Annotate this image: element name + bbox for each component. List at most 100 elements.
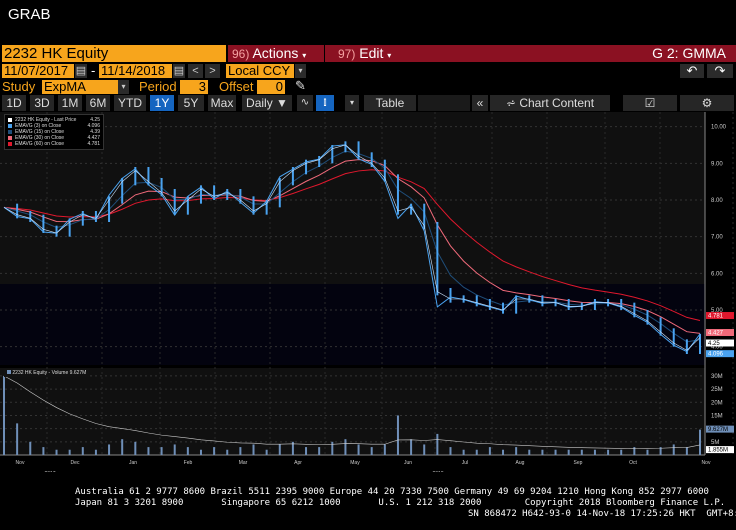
line-chart-icon[interactable]: ∿ — [297, 95, 313, 111]
year-label: 2017 — [44, 471, 55, 472]
prev-period-button[interactable]: < — [188, 64, 203, 78]
volume-tick-label: 15M — [711, 413, 723, 419]
volume-bar — [436, 433, 439, 455]
volume-bar — [318, 447, 321, 455]
volume-bar — [685, 447, 688, 455]
security-input[interactable]: 2232 HK Equity — [2, 45, 226, 62]
footer-line-1: Australia 61 2 9777 8600 Brazil 5511 239… — [75, 487, 709, 497]
edit-number: 97) — [338, 47, 356, 61]
price-tick-label: 6.00 — [711, 271, 723, 277]
study-select[interactable]: ExpMA — [42, 80, 118, 94]
chevron-down-icon[interactable]: ▾ — [345, 95, 359, 111]
volume-tick-label: 30M — [711, 374, 723, 380]
volume-bar — [278, 444, 281, 455]
volume-bar — [620, 449, 623, 455]
menu-bar: 96) Actions ▾ 97) Edit ▾ G 2: GMMA — [228, 45, 736, 62]
volume-bar — [252, 444, 255, 455]
calendar-icon[interactable]: ▤ — [173, 64, 185, 78]
start-date-input[interactable]: 11/07/2017 — [2, 64, 74, 78]
year-label: 2018 — [432, 471, 443, 472]
volume-bar — [423, 444, 426, 455]
offset-label: Offset — [219, 79, 254, 94]
study-label: Study — [2, 79, 36, 94]
volume-bar — [344, 439, 347, 455]
range-max[interactable]: Max — [208, 95, 236, 111]
chevron-down-icon[interactable]: ▾ — [295, 64, 306, 78]
legend-swatch — [8, 136, 12, 140]
next-period-button[interactable]: > — [205, 64, 220, 78]
period-input[interactable]: 3 — [180, 80, 208, 94]
actions-label: Actions — [252, 45, 299, 61]
volume-bar — [81, 447, 84, 455]
month-label: Nov — [16, 460, 25, 466]
month-label: Nov — [702, 460, 711, 466]
volume-tick-label: 25M — [711, 387, 723, 393]
chart-icon: ⩫ — [505, 96, 520, 110]
range-5y[interactable]: 5Y — [178, 95, 204, 111]
calendar-icon[interactable]: ▤ — [75, 64, 87, 78]
volume-tag-label: 9.627M — [708, 427, 728, 433]
volume-bar — [502, 449, 505, 455]
candlestick-icon[interactable]: ⫾ — [316, 95, 334, 111]
legend-item: EMAVG (60) on Close 4.781 — [8, 141, 100, 147]
range-ytd[interactable]: YTD — [114, 95, 146, 111]
price-tick-label: 9.00 — [711, 161, 723, 167]
volume-legend: 2232 HK Equity - Volume 9.627M — [4, 369, 90, 377]
price-tick-label: 8.00 — [711, 198, 723, 204]
volume-bar — [108, 444, 111, 455]
volume-bar — [370, 447, 373, 455]
legend-swatch — [8, 118, 12, 122]
legend-swatch — [8, 142, 12, 146]
range-1d[interactable]: 1D — [2, 95, 26, 111]
gear-icon[interactable]: ⚙ — [680, 95, 734, 111]
price-legend: 2232 HK Equity - Last Price 4.25 EMAVG (3)… — [4, 114, 104, 150]
volume-bar — [357, 444, 360, 455]
volume-bar — [213, 447, 216, 455]
volume-bar — [607, 449, 610, 455]
volume-bar — [160, 447, 163, 455]
price-panel-lower-bg — [0, 284, 705, 365]
actions-menu[interactable]: 96) Actions ▾ — [232, 45, 306, 64]
volume-bar — [515, 447, 518, 455]
volume-tick-label: 5M — [711, 440, 719, 446]
pencil-icon[interactable]: ✎ — [295, 78, 306, 94]
volume-bar — [646, 449, 649, 455]
offset-input[interactable]: 0 — [257, 80, 285, 94]
frequency-select[interactable]: Daily ▼ — [242, 95, 292, 111]
volume-legend-value: 9.627M — [69, 370, 87, 376]
month-label: Apr — [294, 460, 302, 466]
month-label: Feb — [184, 460, 193, 466]
chevron-down-icon[interactable]: ▾ — [118, 80, 129, 94]
volume-bar — [410, 439, 413, 455]
edit-menu[interactable]: 97) Edit ▾ — [338, 45, 391, 64]
range-1m[interactable]: 1M — [58, 95, 82, 111]
range-1y[interactable]: 1Y — [150, 95, 174, 111]
price-volume-chart[interactable]: 10.009.008.007.006.005.004.0030M25M20M15… — [0, 112, 736, 472]
undo-button[interactable]: ↶ — [680, 64, 704, 78]
month-label: Oct — [629, 460, 637, 466]
footer-line-2: Japan 81 3 3201 8900 Singapore 65 6212 1… — [75, 498, 726, 508]
volume-bar — [226, 449, 229, 455]
volume-bar — [580, 449, 583, 455]
volume-bar — [94, 449, 97, 455]
collapse-icon[interactable]: « — [472, 95, 488, 111]
redo-button[interactable]: ↷ — [707, 64, 733, 78]
range-6m[interactable]: 6M — [86, 95, 110, 111]
volume-bar — [593, 449, 596, 455]
end-date-input[interactable]: 11/14/2018 — [99, 64, 172, 78]
chart-content-button[interactable]: ⩫ Chart Content — [490, 95, 610, 111]
currency-select[interactable]: Local CCY — [226, 64, 294, 78]
volume-bar — [672, 444, 675, 455]
annotate-icon[interactable]: ☑ — [623, 95, 677, 111]
volume-bar — [55, 449, 58, 455]
volume-bar — [134, 441, 137, 455]
window-title: GRAB — [8, 6, 51, 23]
range-3d[interactable]: 3D — [30, 95, 54, 111]
legend-value: 4.781 — [87, 141, 100, 147]
volume-tag-label: 1.855M — [708, 448, 728, 454]
table-button[interactable]: Table — [364, 95, 416, 111]
price-panel-upper-bg — [0, 112, 705, 284]
legend-swatch — [8, 124, 12, 128]
volume-bar — [173, 444, 176, 455]
volume-legend-label: 2232 HK Equity - Volume — [12, 370, 69, 376]
